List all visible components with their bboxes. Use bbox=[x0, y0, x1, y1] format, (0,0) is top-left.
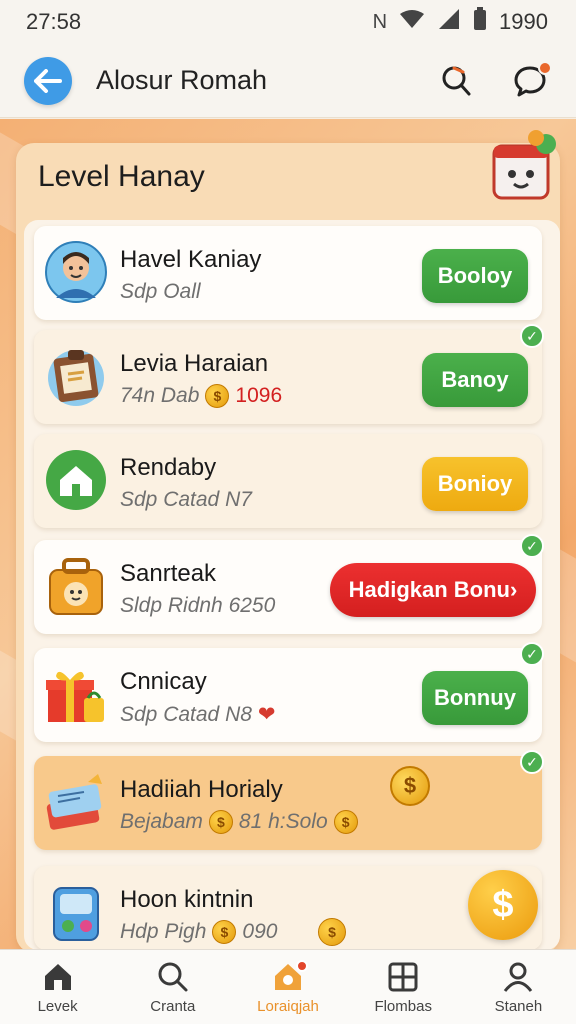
search-icon bbox=[442, 66, 471, 95]
list-item: Sanrteak Sldp Ridnh 6250 Hadigkan Bonu› … bbox=[34, 534, 544, 634]
heart-icon: ❤ bbox=[257, 703, 276, 726]
signal-icon bbox=[437, 8, 461, 36]
notebook-icon bbox=[44, 344, 108, 408]
check-icon: ✓ bbox=[520, 750, 544, 774]
status-time: 27:58 bbox=[26, 9, 82, 34]
coin-icon: $ bbox=[205, 384, 230, 408]
notification-dot bbox=[538, 60, 552, 75]
gift-mascot-icon bbox=[492, 130, 556, 200]
arrow-left-icon bbox=[34, 68, 62, 93]
coin-icon: $ bbox=[318, 918, 346, 946]
avatar-icon bbox=[44, 240, 108, 304]
tab-profile[interactable]: Staneh bbox=[461, 950, 576, 1024]
list-item: Havel Kaniay Sdp Oall Booloy bbox=[34, 226, 542, 320]
item-title: Hadiiah Horialy bbox=[120, 776, 283, 803]
item-subtitle: Sdp Oall bbox=[120, 280, 201, 303]
item-subtitle: 74n Dab $ 1096 bbox=[120, 384, 283, 408]
chat-button[interactable] bbox=[508, 59, 552, 103]
claim-button[interactable]: Booloy bbox=[422, 249, 528, 303]
item-title: Sanrteak bbox=[120, 560, 217, 587]
battery-level: 1990 bbox=[499, 9, 548, 34]
battery-icon bbox=[473, 7, 487, 37]
claim-bonus-button[interactable]: Hadigkan Bonu› bbox=[330, 563, 536, 617]
tab-label: Flombas bbox=[374, 997, 432, 1015]
app-header: Alosur Romah bbox=[0, 44, 576, 118]
tab-search[interactable]: Cranta bbox=[115, 950, 230, 1024]
item-subtitle: Sdp Catad N7 bbox=[120, 488, 252, 511]
panel-title: Level Hanay bbox=[38, 160, 205, 193]
list-item: Cnnicay Sdp Catad N8 ❤ Bonnuy ✓ bbox=[34, 642, 544, 742]
tab-label: Levek bbox=[37, 997, 78, 1015]
check-icon: ✓ bbox=[520, 534, 544, 558]
item-title: Cnnicay bbox=[120, 668, 207, 695]
wifi-icon bbox=[399, 9, 425, 35]
reward-amount: 090 bbox=[242, 920, 278, 943]
reward-amount: 81 h:Solo bbox=[238, 810, 328, 833]
claim-button[interactable]: Banoy bbox=[422, 353, 528, 407]
book-icon bbox=[44, 770, 108, 834]
bottom-tab-bar: Levek Cranta Loraiqjah Flombas Staneh bbox=[0, 949, 576, 1024]
profile-icon bbox=[504, 962, 533, 992]
notification-dot bbox=[296, 960, 309, 972]
search-button[interactable] bbox=[434, 59, 478, 103]
claim-button[interactable]: Bonnuy bbox=[422, 671, 528, 725]
coin-icon: $ bbox=[208, 810, 233, 834]
list-item: Levia Haraian 74n Dab $ 1096 Banoy ✓ bbox=[34, 324, 544, 424]
check-icon: ✓ bbox=[520, 642, 544, 666]
list-item: Hadiiah Horialy Bejabam $ 81 h:Solo $ $ … bbox=[34, 750, 544, 850]
status-icons: N 1990 bbox=[373, 7, 548, 37]
tab-rewards[interactable]: Loraiqjah bbox=[230, 950, 345, 1024]
list-item: Rendaby Sdp Catad N7 Bonioy bbox=[34, 434, 542, 528]
claim-button[interactable]: Bonioy bbox=[422, 457, 528, 511]
gift-icon bbox=[44, 662, 108, 726]
tab-label: Loraiqjah bbox=[257, 997, 319, 1015]
item-subtitle: Sldp Ridnh 6250 bbox=[120, 594, 276, 617]
coin-icon: $ bbox=[333, 810, 358, 834]
check-icon: ✓ bbox=[520, 324, 544, 348]
tab-grid[interactable]: Flombas bbox=[346, 950, 461, 1024]
coin-icon: $ bbox=[212, 920, 237, 944]
status-bar: 27:58 N 1990 bbox=[0, 0, 576, 44]
page-title: Alosur Romah bbox=[96, 65, 268, 95]
item-title: Levia Haraian bbox=[120, 350, 269, 377]
item-subtitle: Bejabam $ 81 h:Solo $ bbox=[120, 810, 358, 834]
item-title: Rendaby bbox=[120, 454, 217, 481]
tab-level[interactable]: Levek bbox=[0, 950, 115, 1024]
item-subtitle: Sdp Catad N8 ❤ bbox=[120, 702, 276, 727]
nfc-icon: N bbox=[372, 10, 388, 33]
list-item: Hoon kintnin Hdp Pigh $ 090 $ $ bbox=[34, 866, 542, 950]
search-icon bbox=[158, 962, 188, 991]
coin-icon: $ bbox=[390, 766, 430, 806]
back-button[interactable] bbox=[24, 56, 72, 105]
home-icon bbox=[44, 448, 108, 512]
item-subtitle: Hdp Pigh $ 090 bbox=[120, 920, 278, 944]
bag-icon bbox=[44, 554, 108, 618]
grid-icon bbox=[388, 962, 418, 991]
reward-amount: 1096 bbox=[235, 384, 283, 407]
item-title: Hoon kintnin bbox=[120, 886, 254, 913]
home-icon bbox=[44, 963, 71, 990]
dollar-button[interactable]: $ bbox=[468, 870, 538, 940]
item-title: Havel Kaniay bbox=[120, 246, 262, 273]
tab-label: Cranta bbox=[150, 997, 196, 1015]
robot-icon bbox=[44, 880, 108, 944]
tab-label: Staneh bbox=[494, 997, 543, 1015]
